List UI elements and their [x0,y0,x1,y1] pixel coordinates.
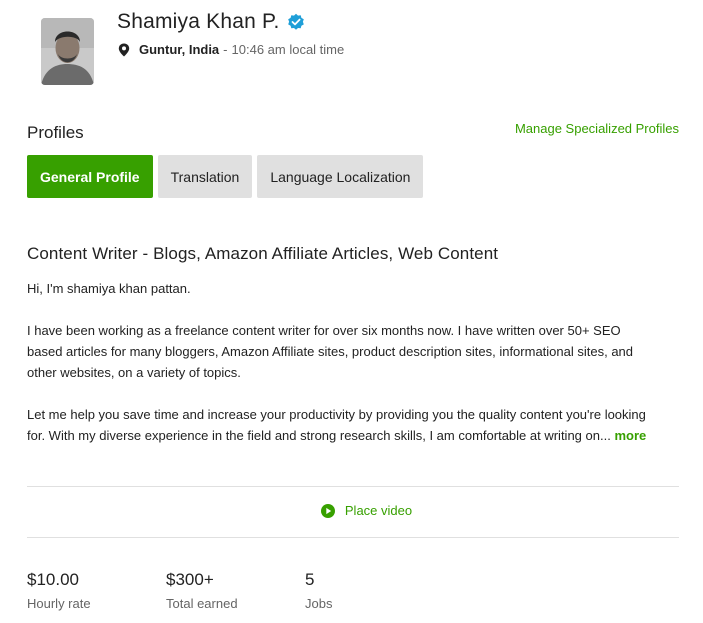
verified-check-icon [287,13,305,31]
more-link[interactable]: more [614,428,646,443]
tab-translation[interactable]: Translation [157,155,253,198]
description-paragraph: Let me help you save time and increase y… [27,407,646,443]
tab-language-localization[interactable]: Language Localization [257,155,424,198]
stat-total-earned: $300+ Total earned [166,570,238,611]
profiles-heading: Profiles [27,123,84,142]
profile-title: Content Writer - Blogs, Amazon Affiliate… [27,244,499,263]
place-video-label: Place video [344,503,413,518]
location-separator: - [223,42,228,57]
divider [27,486,679,487]
tab-general-profile[interactable]: General Profile [27,155,153,198]
stat-value: $10.00 [27,570,79,589]
stat-label: Jobs [305,596,333,611]
local-time: 10:46 am local time [231,42,345,57]
map-pin-icon [118,43,130,57]
stat-label: Total earned [166,596,238,611]
stat-value: $300+ [166,570,214,589]
description-paragraph: I have been working as a freelance conte… [27,323,634,380]
location-city: Guntur, India [139,42,220,57]
profile-name: Shamiya Khan P. [117,10,280,33]
stat-hourly-rate: $10.00 Hourly rate [27,570,91,611]
divider [27,537,679,538]
stat-value: 5 [305,570,315,589]
stat-jobs: 5 Jobs [305,570,332,611]
play-circle-icon [320,503,335,518]
manage-specialized-profiles-link[interactable]: Manage Specialized Profiles [515,121,679,136]
place-video-button[interactable]: Place video [320,503,413,518]
description-paragraph: Hi, I'm shamiya khan pattan. [27,281,191,296]
stat-label: Hourly rate [27,596,91,611]
avatar [41,18,94,85]
profile-description: Hi, I'm shamiya khan pattan. I have been… [27,278,647,446]
profile-tabs: General Profile Translation Language Loc… [27,155,424,198]
